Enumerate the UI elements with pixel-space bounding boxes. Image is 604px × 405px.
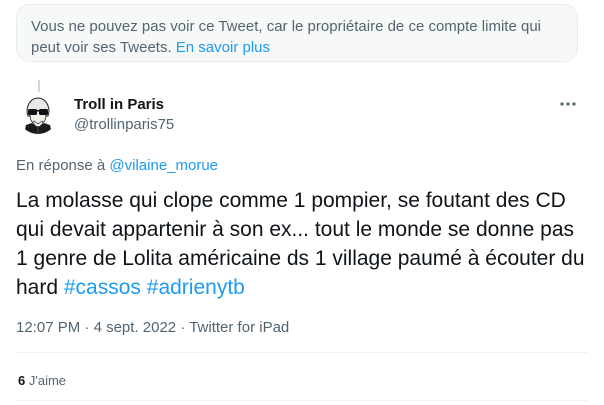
more-horizontal-icon: [560, 102, 576, 106]
avatar-caricature-icon: [18, 94, 58, 134]
tweet-time-link[interactable]: 12:07 PM: [16, 319, 80, 336]
tweet-source-link[interactable]: Twitter for iPad: [189, 319, 289, 336]
author-handle[interactable]: @trollinparis75: [74, 116, 174, 133]
divider: [16, 400, 588, 401]
reply-context: En réponse à @vilaine_morue: [16, 157, 218, 174]
reply-prefix: En réponse à: [16, 157, 106, 174]
likes-count-link[interactable]: 6 J'aime: [18, 373, 66, 388]
likes-count: 6: [18, 373, 26, 388]
hashtag-link[interactable]: #cassos: [64, 276, 141, 299]
tweet-meta: 12:07 PM · 4 sept. 2022 · Twitter for iP…: [16, 319, 289, 336]
restricted-tweet-notice: Vous ne pouvez pas voir ce Tweet, car le…: [16, 4, 578, 62]
tweet-text: La molasse qui clope comme 1 pompier, se…: [16, 186, 586, 302]
tweet-date-link[interactable]: 4 sept. 2022: [94, 319, 177, 336]
reply-to-handle-link[interactable]: @vilaine_morue: [109, 157, 218, 174]
notice-text: Vous ne pouvez pas voir ce Tweet, car le…: [31, 18, 541, 56]
divider: [16, 352, 588, 353]
likes-label: J'aime: [28, 373, 67, 388]
meta-separator: ·: [84, 319, 90, 336]
more-options-button[interactable]: [556, 94, 580, 114]
hashtag-link[interactable]: #adrienytb: [147, 276, 245, 299]
thread-connector-line: [38, 80, 40, 92]
meta-separator: ·: [180, 319, 186, 336]
author-name[interactable]: Troll in Paris: [74, 96, 164, 113]
avatar[interactable]: [18, 94, 58, 134]
learn-more-link[interactable]: En savoir plus: [176, 39, 270, 56]
